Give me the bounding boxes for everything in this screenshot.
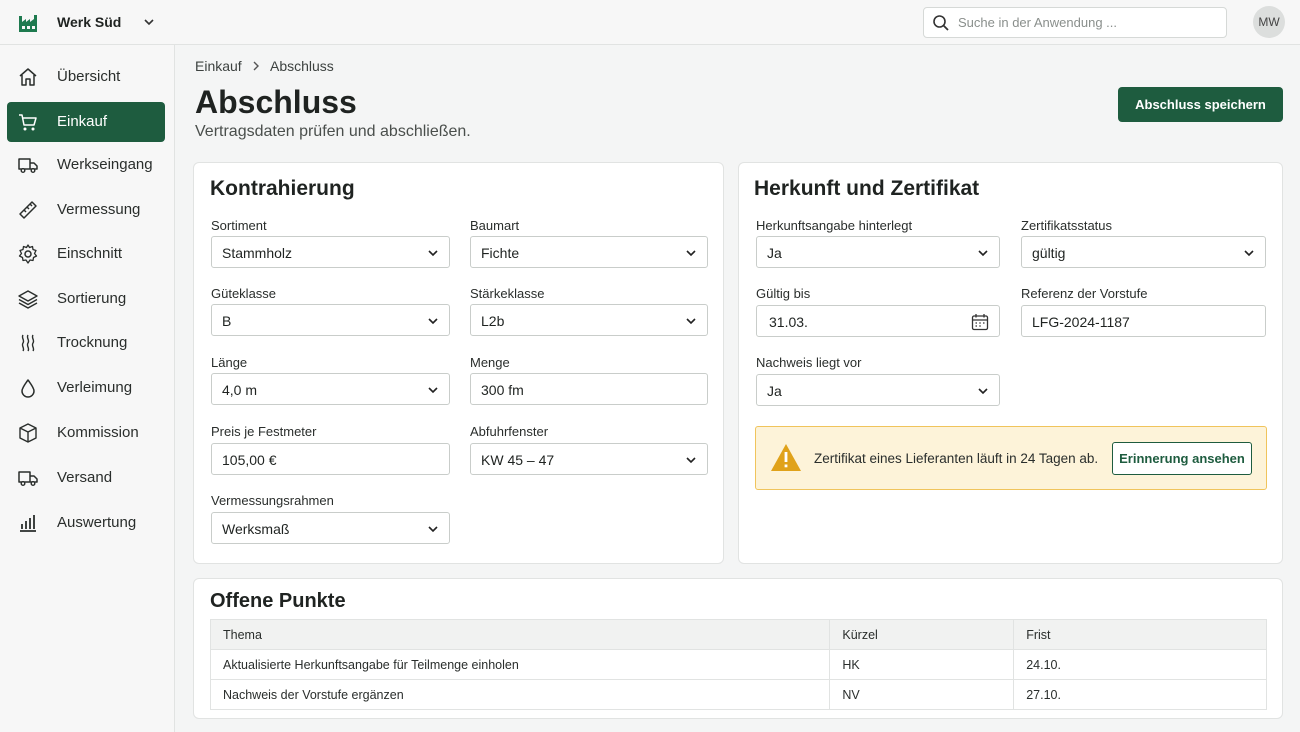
abfuhrfenster-select[interactable]: KW 45 – 47	[470, 443, 708, 475]
sidebar-item-sortierung[interactable]: Sortierung	[7, 279, 165, 319]
chevron-down-icon	[978, 388, 988, 395]
cell-kuerzel: NV	[829, 679, 1015, 710]
avatar[interactable]: MW	[1253, 6, 1285, 38]
chevron-down-icon	[978, 250, 988, 257]
saw-gear-icon	[18, 244, 38, 264]
offene-punkte-title: Offene Punkte	[210, 590, 346, 612]
ruler-icon	[19, 201, 37, 219]
chevron-down-icon	[428, 318, 438, 325]
box-icon	[19, 423, 37, 443]
sidebar-item-versand[interactable]: Versand	[7, 458, 165, 498]
cell-kuerzel: HK	[829, 649, 1015, 680]
sidebar-item-werkseingang[interactable]: Werkseingang	[7, 145, 165, 185]
calendar-icon[interactable]	[971, 313, 989, 331]
vermessungsrahmen-label: Vermessungsrahmen	[211, 493, 334, 508]
cell-thema: Aktualisierte Herkunftsangabe für Teilme…	[209, 649, 831, 680]
bar-chart-icon	[20, 515, 36, 532]
sidebar-item-vermessung[interactable]: Vermessung	[7, 190, 165, 230]
sidebar: Übersicht Einkauf Werkseingang Vermessun…	[0, 45, 175, 732]
sidebar-item-auswertung[interactable]: Auswertung	[7, 503, 165, 543]
save-button[interactable]: Abschluss speichern	[1118, 87, 1283, 122]
drop-icon	[21, 379, 35, 398]
menge-label: Menge	[470, 355, 510, 370]
zertifikatsstatus-select[interactable]: gültig	[1021, 236, 1266, 268]
sidebar-item-trocknung[interactable]: Trocknung	[7, 323, 165, 363]
chevron-down-icon	[686, 250, 696, 257]
menge-field[interactable]: 300 fm	[470, 373, 708, 405]
column-header-kuerzel[interactable]: Kürzel	[829, 619, 1015, 650]
sidebar-item-verleimung[interactable]: Verleimung	[7, 368, 165, 408]
breadcrumb-einkauf[interactable]: Einkauf	[195, 58, 242, 74]
sidebar-item-einschnitt[interactable]: Einschnitt	[7, 234, 165, 274]
gueltig-bis-field[interactable]: 31.03.	[756, 305, 1000, 337]
view-reminder-button[interactable]: Erinnerung ansehen	[1112, 442, 1252, 475]
gueteklasse-label: Güteklasse	[211, 286, 277, 301]
herkunft-title: Herkunft und Zertifikat	[754, 177, 980, 200]
table-row[interactable]: Nachweis der Vorstufe ergänzen NV 27.10.	[209, 679, 1267, 710]
laenge-label: Länge	[211, 355, 248, 370]
certificate-warning-alert: Zertifikat eines Lieferanten läuft in 24…	[755, 426, 1267, 490]
plant-selector-label[interactable]: Werk Süd	[57, 14, 121, 30]
chevron-down-icon	[428, 387, 438, 394]
page-subtitle: Vertragsdaten prüfen und abschließen.	[195, 123, 471, 140]
search-box[interactable]	[923, 7, 1227, 38]
gueltig-bis-label: Gültig bis	[756, 286, 811, 301]
preis-field[interactable]: 105,00 €	[211, 443, 450, 475]
herkunft-card: Herkunft und Zertifikat Herkunftsangabe …	[738, 162, 1283, 564]
sidebar-item-einkauf[interactable]: Einkauf	[7, 102, 165, 142]
chevron-down-icon	[428, 250, 438, 257]
zertifikatsstatus-label: Zertifikatsstatus	[1021, 218, 1113, 233]
cart-icon	[19, 114, 37, 131]
layers-icon	[18, 290, 38, 309]
top-bar: Werk Süd MW	[0, 0, 1300, 45]
alert-text: Zertifikat eines Lieferanten läuft in 24…	[814, 451, 1099, 466]
gueteklasse-select[interactable]: B	[211, 304, 450, 336]
staerkeklasse-label: Stärkeklasse	[470, 286, 545, 301]
search-icon	[933, 15, 949, 31]
page-title: Abschluss	[195, 84, 357, 120]
heat-waves-icon	[21, 334, 35, 352]
chevron-down-icon	[1244, 250, 1254, 257]
chevron-right-icon	[253, 61, 259, 71]
column-header-thema[interactable]: Thema	[209, 619, 831, 650]
staerkeklasse-select[interactable]: L2b	[470, 304, 708, 336]
abfuhrfenster-label: Abfuhrfenster	[470, 424, 549, 439]
chevron-down-icon	[686, 318, 696, 325]
kontrahierung-card: Kontrahierung Sortiment Stammholz Baumar…	[193, 162, 724, 564]
preis-label: Preis je Festmeter	[211, 424, 317, 439]
column-header-frist[interactable]: Frist	[1013, 619, 1267, 650]
baumart-label: Baumart	[470, 218, 520, 233]
truck-icon	[18, 158, 38, 173]
baumart-select[interactable]: Fichte	[470, 236, 708, 268]
open-points-table: Thema Kürzel Frist Aktualisierte Herkunf…	[209, 619, 1267, 710]
warning-icon	[771, 444, 801, 471]
truck-icon	[18, 471, 38, 486]
chevron-down-icon[interactable]	[141, 14, 157, 30]
factory-logo-icon	[19, 15, 37, 32]
nachweis-label: Nachweis liegt vor	[756, 355, 862, 370]
sortiment-label: Sortiment	[211, 218, 267, 233]
chevron-down-icon	[428, 526, 438, 533]
home-icon	[19, 68, 37, 86]
breadcrumb-abschluss: Abschluss	[270, 58, 334, 74]
search-input[interactable]	[958, 12, 1220, 33]
cell-frist: 24.10.	[1013, 649, 1267, 680]
herkunftsangabe-select[interactable]: Ja	[756, 236, 1000, 268]
cell-frist: 27.10.	[1013, 679, 1267, 710]
kontrahierung-title: Kontrahierung	[210, 177, 355, 200]
herkunftsangabe-label: Herkunftsangabe hinterlegt	[756, 218, 913, 233]
laenge-select[interactable]: 4,0 m	[211, 373, 450, 405]
cell-thema: Nachweis der Vorstufe ergänzen	[209, 679, 831, 710]
referenz-field[interactable]: LFG-2024-1187	[1021, 305, 1266, 337]
referenz-label: Referenz der Vorstufe	[1021, 286, 1148, 301]
vermessungsrahmen-select[interactable]: Werksmaß	[211, 512, 450, 544]
sortiment-select[interactable]: Stammholz	[211, 236, 450, 268]
nachweis-select[interactable]: Ja	[756, 374, 1000, 406]
table-header-row: Thema Kürzel Frist	[209, 619, 1267, 650]
table-row[interactable]: Aktualisierte Herkunftsangabe für Teilme…	[209, 649, 1267, 680]
chevron-down-icon	[686, 457, 696, 464]
sidebar-item-kommission[interactable]: Kommission	[7, 413, 165, 453]
sidebar-item-uebersicht[interactable]: Übersicht	[7, 57, 165, 97]
